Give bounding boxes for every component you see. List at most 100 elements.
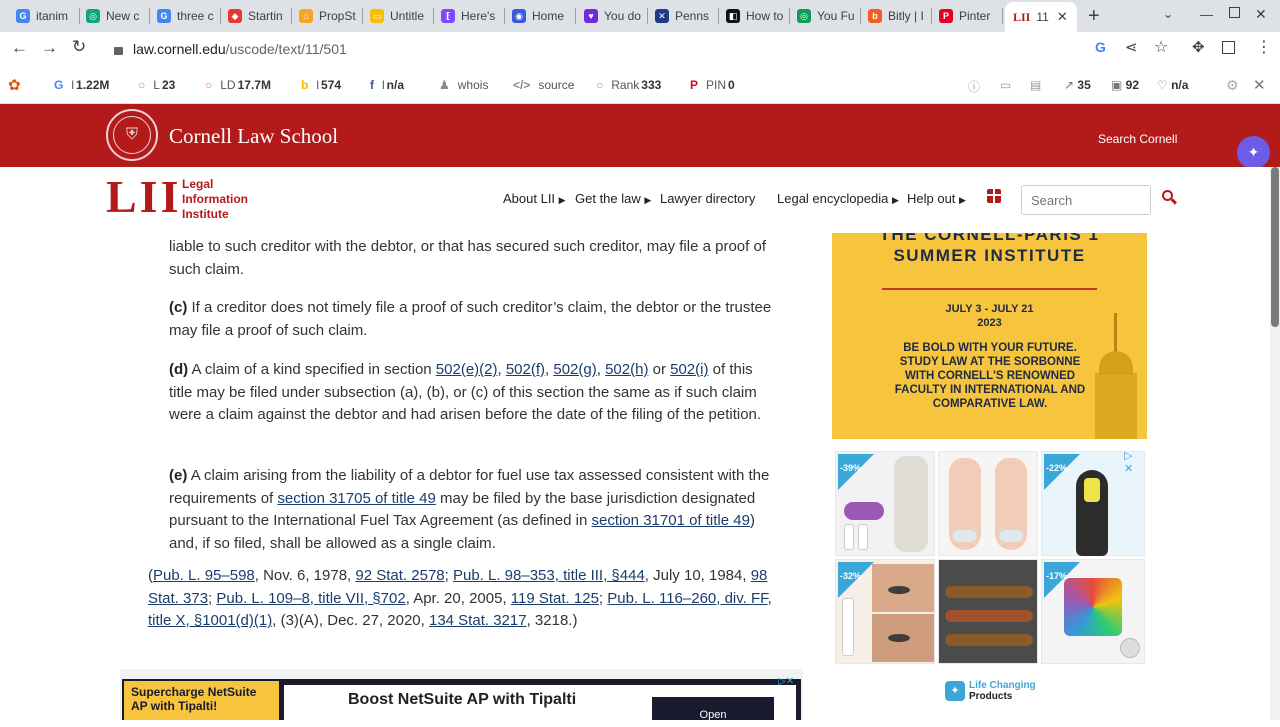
reload-icon[interactable]: ↻ [72, 37, 86, 57]
seo-metric-item[interactable]: P PIN 0 [690, 78, 735, 92]
close-tab-icon[interactable]: ✕ [1057, 9, 1068, 25]
forward-icon[interactable]: → [41, 38, 58, 58]
citation-link[interactable]: 92 Stat. 2578 [355, 567, 444, 584]
external-links-icon[interactable]: ↗ 35 [1064, 78, 1091, 92]
browser-tab[interactable]: ⌂ PropSt [293, 4, 363, 28]
nav-help-out[interactable]: Help out ▶ [907, 191, 966, 206]
new-tab-icon[interactable]: + [1088, 5, 1100, 28]
tab-title: Untitle [390, 9, 425, 23]
seo-metric-item[interactable]: b l 574 [301, 78, 341, 92]
browser-tab[interactable]: ⁅ Here's [435, 4, 505, 28]
product-ad-3[interactable]: -22% ▷ ✕ [1041, 449, 1145, 556]
seo-metric-value: 1.22M [76, 78, 110, 92]
seo-metric-item[interactable]: ♟ whois [439, 78, 490, 92]
browser-tab[interactable]: ✕ Penns [649, 4, 719, 28]
seo-metric-item[interactable]: ○ LD 17.7M [205, 78, 271, 92]
close-window-icon[interactable]: ✕ [1255, 6, 1267, 23]
settings-gear-icon[interactable]: ⚙ [1226, 77, 1239, 94]
caret-right-icon: ▶ [644, 195, 652, 205]
seo-metric-icon: P [690, 78, 699, 92]
product-ad-1[interactable]: -39% [835, 451, 935, 556]
gift-icon[interactable] [987, 189, 1001, 203]
product-ad-2[interactable] [938, 451, 1038, 556]
product-ads-grid[interactable]: -39% -22% ▷ ✕ -32% -17% [835, 449, 1147, 669]
browser-tab[interactable]: Gitanim [10, 4, 80, 28]
citation-link[interactable]: Pub. L. 98–353, title III, §444 [453, 567, 645, 584]
assistant-bubble-icon[interactable]: ✦ [1237, 136, 1270, 169]
monitor-icon[interactable]: ▭ [1000, 78, 1011, 92]
search-icon[interactable] [1162, 190, 1178, 205]
link-section-31701[interactable]: section 31701 of title 49 [592, 512, 750, 529]
browser-tab[interactable]: P Pinter [933, 4, 1003, 28]
bottom-ad-open-button[interactable]: Open [652, 697, 774, 721]
bottom-ad-left-line-1: Supercharge NetSuite [131, 685, 257, 699]
browser-tab[interactable]: ◆ Startin [222, 4, 292, 28]
info-icon[interactable]: ⓘ [968, 78, 980, 95]
life-changing-products-logo[interactable]: ✦ Life Changing Products [945, 679, 1055, 703]
google-lens-icon[interactable]: G [1095, 39, 1106, 55]
browser-tab[interactable]: Gthree c [151, 4, 221, 28]
seo-metric-item[interactable]: ○ Rank 333 [596, 78, 661, 92]
nav-lawyer-directory[interactable]: Lawyer directory [660, 191, 755, 206]
doc-icon[interactable]: ▤ [1030, 78, 1041, 92]
nav-legal-encyclopedia[interactable]: Legal encyclopedia ▶ [777, 191, 899, 206]
browser-tab[interactable]: ◎ New c [80, 4, 150, 28]
cornell-seal-icon[interactable]: ⛨ [106, 109, 158, 161]
menu-kebab-icon[interactable]: ⋮ [1256, 37, 1272, 57]
share-icon[interactable]: ⋖ [1125, 38, 1138, 56]
summer-institute-ad[interactable]: THE CORNELL-PARIS 1 SUMMER INSTITUTE JUL… [832, 233, 1147, 439]
citation-link[interactable]: 134 Stat. 3217 [429, 612, 527, 629]
search-cornell-link[interactable]: Search Cornell [1098, 132, 1177, 146]
seo-metric-item[interactable]: ○ L 23 [138, 78, 175, 92]
product-ad-4[interactable]: -32% [835, 559, 935, 664]
link-502f[interactable]: 502(f) [506, 361, 545, 378]
link-502g[interactable]: 502(g) [553, 361, 596, 378]
lii-search-input[interactable] [1021, 185, 1151, 215]
internal-links-icon[interactable]: ▣ 92 [1111, 78, 1139, 92]
tab-separator [575, 8, 576, 24]
browser-tab[interactable]: b Bitly | I [862, 4, 932, 28]
link-section-31705[interactable]: section 31705 of title 49 [277, 490, 435, 507]
bookmark-star-icon[interactable]: ☆ [1154, 37, 1168, 57]
link-502i[interactable]: 502(i) [670, 361, 708, 378]
adchoices-icon[interactable]: ▷✕ [778, 671, 794, 694]
citation-link[interactable]: 119 Stat. 125 [511, 590, 599, 607]
side-panel-icon[interactable] [1222, 41, 1235, 54]
link-502e2[interactable]: 502(e)(2) [436, 361, 498, 378]
browser-tab[interactable]: ◧ How to [720, 4, 790, 28]
product-ad-6[interactable]: -17% [1041, 559, 1145, 664]
seo-metric-item[interactable]: Gl 1.22M [54, 78, 109, 92]
browser-tab[interactable]: ♥ You do [578, 4, 648, 28]
page-scrollbar[interactable] [1270, 167, 1280, 720]
seo-metric-label: LD [220, 78, 236, 92]
minimize-icon[interactable]: — [1200, 7, 1213, 22]
lii-logo[interactable]: LII Legal Information Institute [106, 172, 256, 224]
citation-link[interactable]: Pub. L. 109–8, title VII, §702 [216, 590, 405, 607]
seoquake-logo-icon[interactable]: ✿ [8, 76, 21, 94]
bottom-ad[interactable]: Supercharge NetSuite AP with Tipalti! Bo… [122, 676, 801, 721]
close-extension-icon[interactable]: ✕ [1253, 76, 1266, 94]
nav-get-the-law[interactable]: Get the law ▶ [575, 191, 651, 206]
nav-about-lii[interactable]: About LII ▶ [503, 191, 566, 206]
seo-metric-item[interactable]: </> source [513, 78, 576, 92]
product-ad-5[interactable] [938, 559, 1038, 664]
restore-icon[interactable] [1229, 7, 1240, 18]
scrollbar-thumb[interactable] [1271, 167, 1279, 327]
browser-tab[interactable]: ◎ You Fu [791, 4, 861, 28]
heart-icon[interactable]: ♡ n/a [1157, 78, 1188, 92]
tab-title: Home [532, 9, 565, 23]
tab-search-icon[interactable]: ⌄ [1163, 7, 1173, 21]
address-bar[interactable]: law.cornell.edu/uscode/text/11/501 [100, 35, 1180, 63]
bottom-ad-frame: Supercharge NetSuite AP with Tipalti! Bo… [120, 669, 803, 721]
school-name[interactable]: Cornell Law School [169, 124, 338, 149]
browser-tab[interactable]: ▭ Untitle [364, 4, 434, 28]
adchoices-icon[interactable]: ▷ ✕ [1124, 449, 1144, 475]
back-icon[interactable]: ← [11, 38, 28, 58]
link-502h[interactable]: 502(h) [605, 361, 648, 378]
citation-link[interactable]: Pub. L. 95–598 [153, 567, 255, 584]
extensions-puzzle-icon[interactable]: ✥ [1192, 38, 1205, 56]
active-tab[interactable]: LII 11 ✕ [1005, 2, 1077, 32]
tab-separator [931, 8, 932, 24]
browser-tab[interactable]: ◉ Home [506, 4, 576, 28]
seo-metric-item[interactable]: f l n/a [370, 78, 404, 92]
